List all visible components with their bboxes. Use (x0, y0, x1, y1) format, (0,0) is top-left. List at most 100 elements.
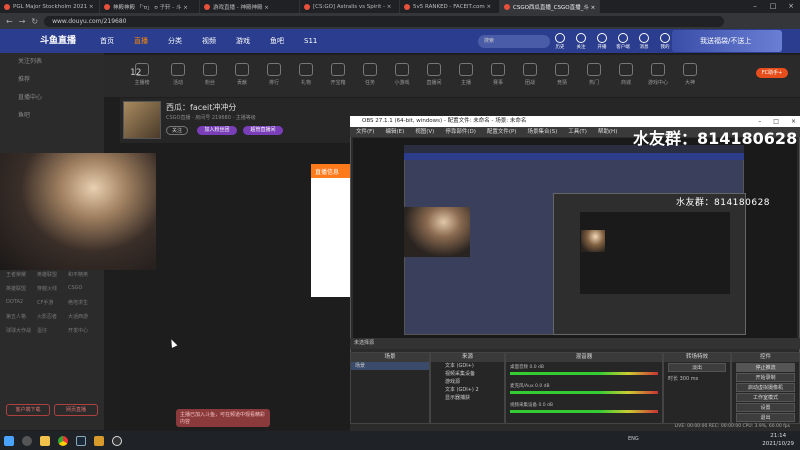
back-icon[interactable]: ← (6, 17, 13, 26)
sidebar-item-follow[interactable]: 关注列表 (0, 53, 104, 71)
category-item[interactable]: 开宝箱 (322, 55, 354, 97)
obs-menu-item[interactable]: 场景集合(S) (527, 127, 557, 137)
settings-button[interactable]: 设置 (736, 403, 795, 412)
steam-icon[interactable] (72, 431, 90, 450)
sidebar-grid-item[interactable]: 英雄联盟 (37, 271, 68, 278)
sidebar-grid-item[interactable]: 穿越火线 (37, 285, 68, 292)
obs-menu-item[interactable]: 文件(F) (356, 127, 374, 137)
source-item[interactable]: 显示器捕获 (431, 394, 504, 402)
obs-menu-item[interactable]: 编辑(E) (385, 127, 404, 137)
transition-select[interactable]: 淡出 (668, 363, 726, 372)
system-tray[interactable]: ENG (628, 436, 639, 442)
start-icon[interactable] (0, 431, 18, 450)
minimize-button[interactable]: – (746, 0, 764, 13)
forward-icon[interactable]: → (19, 17, 26, 26)
source-item[interactable]: 游戏源 (431, 378, 504, 386)
stop-streaming-button[interactable]: 停止推流 (736, 363, 795, 372)
sidebar-item-yuba[interactable]: 鱼吧 (0, 107, 104, 125)
broadcast-icon[interactable]: 开播 (595, 33, 609, 50)
reload-icon[interactable]: ↻ (31, 17, 38, 26)
sidebar-grid-item[interactable]: 绝地求生 (68, 299, 99, 306)
sidebar-grid-item[interactable]: 开发中心 (68, 327, 99, 334)
nav-home[interactable]: 首页 (90, 36, 124, 46)
fan-club-button[interactable]: 加入粉丝团 (197, 126, 237, 135)
sidebar-grid-item[interactable]: 王者荣耀 (6, 271, 37, 278)
category-item[interactable]: 竞猜 (546, 55, 578, 97)
sidebar-grid-item[interactable]: 第五人格 (6, 313, 37, 320)
history-icon[interactable]: 历史 (553, 33, 567, 50)
category-item[interactable]: 主播 (450, 55, 482, 97)
obs-icon[interactable] (108, 431, 126, 450)
nav-yuba[interactable]: 鱼吧 (260, 36, 294, 46)
csgo-icon[interactable] (90, 431, 108, 450)
sidebar-grid-item[interactable]: CF手游 (37, 299, 68, 306)
file-explorer-icon[interactable] (36, 431, 54, 450)
nav-video[interactable]: 视频 (192, 36, 226, 46)
duration-input[interactable]: 300 ms (680, 376, 699, 382)
category-item[interactable]: 礼物 (290, 55, 322, 97)
source-item[interactable]: 视频采集设备 (431, 370, 504, 378)
browser-tab-active[interactable]: CSGO西瓜直播_CSGO直播_斗 × (500, 0, 600, 13)
sidebar-item-center[interactable]: 直播中心 (0, 89, 104, 107)
streamer-avatar[interactable] (123, 101, 161, 139)
follow-button[interactable]: 关注 (166, 126, 188, 135)
obs-menu-item[interactable]: 工具(T) (568, 127, 587, 137)
studio-mode-button[interactable]: 工作室模式 (736, 393, 795, 402)
browser-tab[interactable]: PGL Major Stockholm 2021 × (0, 0, 100, 13)
nav-category[interactable]: 分类 (158, 36, 192, 46)
obs-menu-item[interactable]: 配置文件(P) (487, 127, 517, 137)
source-item[interactable]: 文本 (GDI+) (431, 362, 504, 370)
nav-live[interactable]: 直播 (124, 36, 158, 46)
category-item[interactable]: 热门 (578, 55, 610, 97)
obs-menu-item[interactable]: 帮助(H) (598, 127, 617, 137)
category-item[interactable]: 团战 (514, 55, 546, 97)
scene-item[interactable]: 场景 (351, 362, 429, 370)
category-item[interactable]: 粉丝 (194, 55, 226, 97)
source-item[interactable]: 文本 (GDI+) 2 (431, 386, 504, 394)
maximize-button[interactable]: □ (764, 0, 782, 13)
virtual-camera-button[interactable]: 启动虚拟摄像机 (736, 383, 795, 392)
fc-assistant-button[interactable]: FC助手+ (756, 68, 788, 78)
sidebar-grid-item[interactable]: 蛋仔 (37, 327, 68, 334)
web-live-button[interactable]: 网页直播 (54, 404, 98, 416)
message-icon[interactable]: 消息 (637, 33, 651, 50)
douyu-logo[interactable]: 斗鱼直播 (0, 29, 90, 53)
browser-tab[interactable]: 5v5 RANKED - FACEIT.com × (400, 0, 500, 13)
nav-game[interactable]: 游戏 (226, 36, 260, 46)
chrome-icon[interactable] (54, 431, 72, 450)
browser-tab[interactable]: 神殿神殿 「'ʊ」 ʊ 子轩 - 斗 × (100, 0, 200, 13)
sidebar-grid-item[interactable]: 火影忍者 (37, 313, 68, 320)
volume-meter[interactable] (510, 391, 658, 394)
exit-button[interactable]: 退出 (736, 413, 795, 422)
room-tag-badge[interactable]: 超管直播间 (243, 126, 283, 135)
category-item[interactable]: 主播榜 (122, 55, 162, 97)
category-item[interactable]: 游戏中心 (642, 55, 674, 97)
category-item[interactable]: 直播间 (418, 55, 450, 97)
category-item[interactable]: 赛事 (482, 55, 514, 97)
category-item[interactable]: 商城 (610, 55, 642, 97)
obs-menu-item[interactable]: 视图(V) (415, 127, 434, 137)
taskbar-clock[interactable]: 21:14 2021/10/29 (762, 432, 794, 448)
close-button[interactable]: × (782, 0, 800, 13)
search-icon[interactable] (18, 431, 36, 450)
category-item[interactable]: 活动 (162, 55, 194, 97)
volume-meter[interactable] (510, 410, 658, 413)
obs-menu-item[interactable]: 停靠部件(D) (445, 127, 476, 137)
nav-s11[interactable]: S11 (294, 37, 327, 45)
sidebar-grid-item[interactable]: 球球大作战 (6, 327, 37, 334)
browser-tab[interactable]: [CS:GO] Astralis vs Spirit - × (300, 0, 400, 13)
sidebar-grid-item[interactable]: 和平精英 (68, 271, 99, 278)
search-input[interactable]: 搜索 (478, 35, 550, 48)
sidebar-grid-item[interactable]: 大话西游 (68, 313, 99, 320)
sidebar-grid-item[interactable]: CSGO (68, 285, 99, 292)
category-item[interactable]: 任务 (354, 55, 386, 97)
start-recording-button[interactable]: 开始录制 (736, 373, 795, 382)
sidebar-item-recommend[interactable]: 推荐 (0, 71, 104, 89)
follow-icon[interactable]: 关注 (574, 33, 588, 50)
category-item[interactable]: 排行 (258, 55, 290, 97)
volume-meter[interactable] (510, 372, 658, 375)
url-input[interactable]: www.douyu.com/219680 (44, 15, 725, 27)
sidebar-grid-item[interactable]: 英雄联盟 (6, 285, 37, 292)
header-banner[interactable]: 我送福袋/不送上 (672, 30, 782, 52)
browser-tab[interactable]: 游戏直播 - 神殿神殿 × (200, 0, 300, 13)
